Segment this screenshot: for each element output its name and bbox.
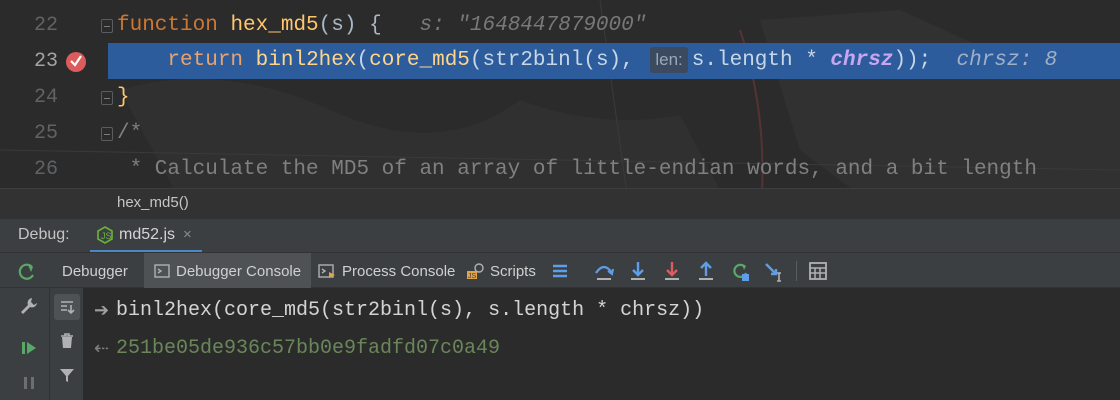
code-text: return binl2hex(core_md5(str2binl(s), le… — [117, 43, 1057, 79]
code-fragment: (s) { — [318, 14, 382, 37]
scroll-to-end-icon — [61, 301, 75, 315]
inline-debug-value: chrsz: 8 — [956, 49, 1058, 72]
console-input-text: binl2hex(core_md5(str2binl(s), s.length … — [116, 299, 704, 322]
filter-icon[interactable] — [58, 366, 76, 384]
code-editor[interactable]: 22 function hex_md5(s) { s: "16484478790… — [0, 0, 1120, 188]
parameter-hint: len: — [650, 47, 688, 73]
breadcrumb-item[interactable]: hex_md5() — [117, 194, 189, 211]
tab-scripts[interactable]: JS Scripts — [466, 253, 536, 289]
console-icon — [154, 264, 170, 278]
function-name: binl2hex — [255, 49, 357, 72]
close-icon[interactable]: × — [183, 226, 192, 243]
scripts-icon: JS — [467, 263, 484, 280]
line-number: 23 — [33, 50, 58, 73]
fold-icon[interactable] — [101, 91, 113, 105]
svg-text:JS: JS — [468, 273, 477, 280]
session-tab-label: md52.js — [119, 225, 176, 243]
console-input-part: s.length * chrsz)) — [488, 298, 705, 322]
show-execution-point-icon[interactable] — [548, 259, 572, 283]
svg-text:JS: JS — [101, 231, 112, 241]
console-input-part: binl2hex(core_md5(str2binl(s), — [116, 298, 477, 322]
code-line-25[interactable]: 25 /* — [0, 116, 1120, 152]
code-text: * Calculate the MD5 of an array of littl… — [117, 152, 1037, 188]
nodejs-icon: JS — [97, 225, 113, 244]
input-arrow-icon: ➔ — [94, 299, 110, 320]
rerun-icon[interactable] — [16, 261, 38, 283]
code-text: } — [117, 80, 130, 116]
debugger-console-output[interactable]: ➔ binl2hex(core_md5(str2binl(s), s.lengt… — [84, 288, 1120, 400]
code-line-26[interactable]: 26 * Calculate the MD5 of an array of li… — [0, 152, 1120, 188]
tab-label: Scripts — [490, 262, 536, 280]
keyword: function — [117, 14, 218, 37]
restart-frame-icon[interactable] — [728, 259, 752, 283]
debug-side-toolbar — [0, 288, 50, 400]
code-variable: chrsz — [830, 49, 894, 72]
console-result-text[interactable]: 251be05de936c57bb0e9fadfd07c0a49 — [116, 337, 500, 360]
code-text: /* — [117, 116, 142, 152]
line-number: 22 — [33, 14, 58, 37]
tab-debugger-console[interactable]: Debugger Console — [144, 253, 312, 289]
code-comment: /* — [117, 122, 143, 145]
keyword: return — [167, 49, 244, 72]
console-side-toolbar — [50, 288, 84, 400]
function-name: hex_md5 — [230, 14, 319, 37]
code-line-22[interactable]: 22 function hex_md5(s) { s: "16484478790… — [0, 8, 1120, 44]
tab-debugger[interactable]: Debugger — [62, 253, 128, 289]
step-out-icon[interactable] — [694, 259, 718, 283]
scroll-to-end-button[interactable] — [54, 294, 80, 320]
code-fragment: )); — [893, 49, 932, 72]
code-comment: * Calculate the MD5 of an array of littl… — [117, 158, 1037, 181]
debug-label: Debug: — [18, 226, 70, 243]
force-step-into-icon[interactable] — [660, 259, 684, 283]
debug-tool-window-header: Debug: JS md52.js × — [0, 218, 1120, 253]
fold-icon[interactable] — [101, 127, 113, 141]
tab-debug-session[interactable]: JS md52.js × — [90, 219, 202, 253]
code-line-24[interactable]: 24 } — [0, 80, 1120, 116]
wrench-icon[interactable] — [19, 296, 39, 316]
console-input-line: ➔ binl2hex(core_md5(str2binl(s), s.lengt… — [94, 292, 704, 328]
pause-icon[interactable] — [20, 374, 38, 392]
line-number: 26 — [33, 158, 58, 181]
tab-label: Debugger — [62, 262, 128, 280]
tab-process-console[interactable]: Process Console — [318, 253, 455, 289]
toolbar-separator — [796, 261, 797, 281]
run-to-cursor-icon[interactable] — [762, 259, 786, 283]
step-into-icon[interactable] — [626, 259, 650, 283]
fold-icon[interactable] — [101, 19, 113, 33]
process-console-icon — [318, 264, 335, 278]
inline-debug-value: s: "1648447879000" — [419, 14, 647, 37]
line-number: 24 — [33, 86, 58, 109]
function-name: core_md5 — [369, 49, 470, 72]
debug-toolbar: Debugger Debugger Console Process Consol… — [0, 252, 1120, 289]
code-fragment: (str2binl(s), — [469, 49, 634, 72]
step-over-icon[interactable] — [592, 259, 616, 283]
line-number: 25 — [33, 122, 58, 145]
code-fragment: } — [117, 86, 130, 109]
output-arrow-icon: ⇠ — [94, 337, 110, 358]
execution-point-highlight: return binl2hex(core_md5(str2binl(s), le… — [108, 43, 1120, 79]
tab-label: Process Console — [342, 262, 456, 280]
breadcrumb[interactable]: hex_md5() — [0, 188, 1120, 218]
trash-icon[interactable] — [58, 332, 76, 350]
console-result-line: ⇠ 251be05de936c57bb0e9fadfd07c0a49 — [94, 330, 500, 366]
tab-label: Debugger Console — [176, 262, 302, 280]
code-fragment: ( — [356, 49, 370, 72]
code-text: function hex_md5(s) { s: "1648447879000" — [117, 8, 646, 44]
code-fragment: s.length * — [691, 49, 818, 72]
evaluate-expression-icon[interactable] — [806, 259, 830, 283]
resume-icon[interactable] — [20, 339, 38, 357]
breakpoint-icon[interactable] — [66, 52, 86, 72]
